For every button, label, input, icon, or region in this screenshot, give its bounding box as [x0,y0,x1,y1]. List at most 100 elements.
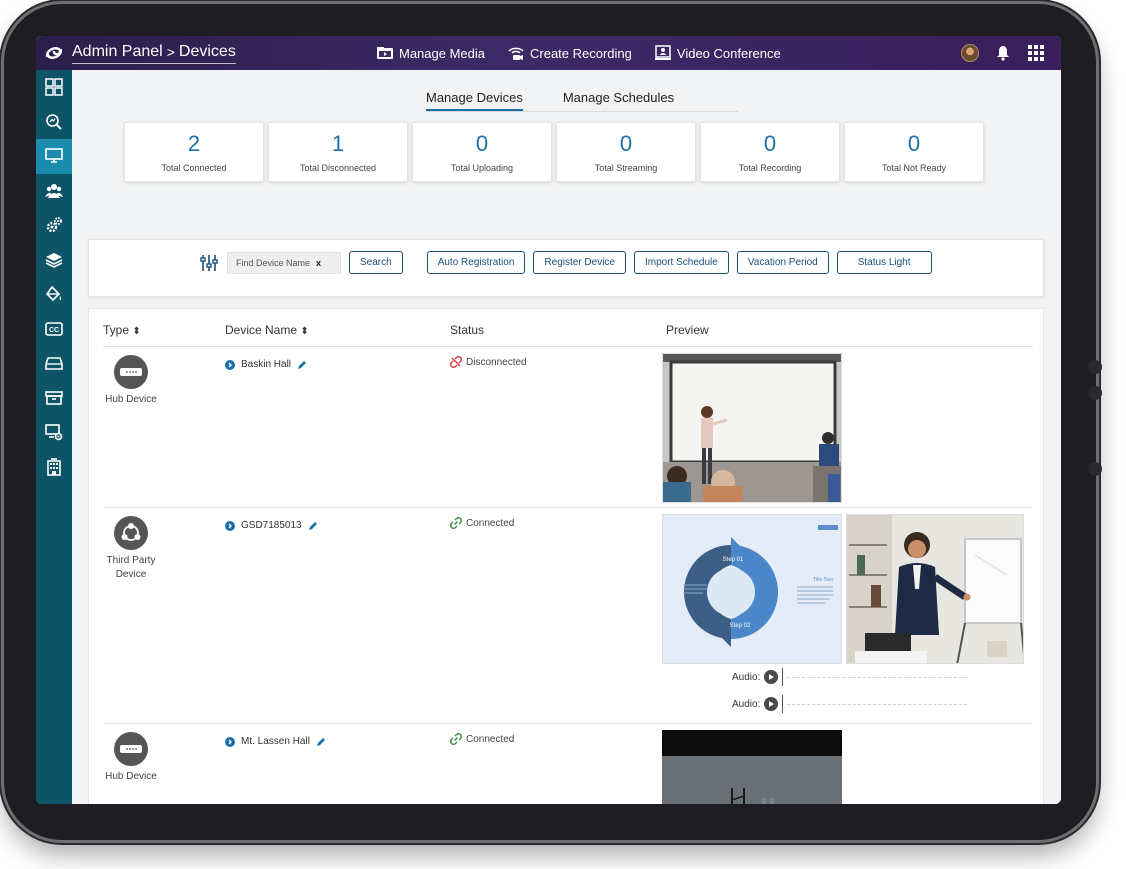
status-cell: Connected [450,733,514,745]
edit-pencil-icon[interactable] [308,521,318,531]
tab-manage-schedules[interactable]: Manage Schedules [563,90,674,111]
column-status: Status [450,323,485,337]
video-conference-icon [654,45,671,60]
apps-grid-icon[interactable] [1027,44,1045,62]
table-row[interactable]: Third Party Device GSD7185013 Connected [103,508,1033,724]
find-device-name-filter[interactable]: Find Device Name x [227,251,341,274]
audio-label: Audio: [732,671,761,683]
play-icon[interactable] [764,670,779,684]
table-row[interactable]: Hub Device Baskin Hall Disconnected [103,347,1033,508]
preview-presenter[interactable] [846,514,1024,664]
stat-value: 0 [907,131,921,156]
device-name-cell: Baskin Hall [225,359,307,370]
chevron-right-icon[interactable] [225,520,235,531]
audio-track: Audio: [732,668,968,686]
stat-label: Total Recording [738,163,802,173]
device-name[interactable]: GSD7185013 [241,520,302,531]
sidebar-item-devices[interactable] [36,139,72,174]
auto-registration-button[interactable]: Auto Registration [426,251,526,274]
sidebar-item-device-settings[interactable] [36,415,72,450]
stat-value: 1 [331,131,345,156]
broken-link-icon [450,356,462,368]
table-row[interactable]: Hub Device Mt. Lassen Hall Connected [103,724,1033,804]
device-toolbar: Find Device Name x Search Auto Registrat… [88,239,1044,297]
filter-sliders-icon[interactable] [199,253,219,273]
side-button [1088,360,1102,374]
monitor-icon [45,148,63,164]
hub-device-icon [114,355,148,389]
broadcast-icon [508,47,524,60]
avatar[interactable] [961,44,979,62]
stat-card-streaming: 0 Total Streaming [556,122,696,182]
breadcrumb-page: Devices [178,42,236,60]
audio-waveform[interactable] [787,676,968,678]
breadcrumb-separator: > [166,43,175,60]
vacation-period-button[interactable]: Vacation Period [736,251,829,274]
column-device-name-label: Device Name [225,323,298,337]
sidebar-item-institutions[interactable] [36,450,72,485]
app-logo-icon[interactable] [36,36,72,70]
nav-manage-media[interactable]: Manage Media [376,46,485,61]
column-preview: Preview [666,323,709,337]
media-folder-icon [377,47,393,59]
preview-slide[interactable]: Step 01 Step 02 Title Two [662,514,842,664]
device-table: Type ⬍ Device Name ⬍ Status Preview Hub … [88,308,1044,804]
nav-create-recording[interactable]: Create Recording [507,45,632,61]
app-screen: Admin Panel > Devices Manage Media Creat… [36,36,1061,804]
device-type-label: Third Party Device [106,555,156,580]
device-name[interactable]: Baskin Hall [241,359,291,370]
audio-cursor [782,695,784,713]
stat-card-not-ready: 0 Total Not Ready [844,122,984,182]
edit-pencil-icon[interactable] [297,360,307,370]
stat-card-disconnected: 1 Total Disconnected [268,122,408,182]
table-header: Type ⬍ Device Name ⬍ Status Preview [103,323,1033,347]
breadcrumb-app[interactable]: Admin Panel [72,43,163,61]
top-nav: Manage Media Create Recording Video Conf… [376,36,781,70]
device-name[interactable]: Mt. Lassen Hall [241,736,310,747]
column-type-label: Type [103,323,130,337]
stat-value: 0 [475,131,489,156]
sidebar-item-analytics[interactable] [36,105,72,140]
top-bar: Admin Panel > Devices Manage Media Creat… [36,36,1061,70]
sidebar-item-dashboard[interactable] [36,70,72,105]
stat-value: 0 [619,131,633,156]
register-device-button[interactable]: Register Device [533,251,626,274]
audio-waveform[interactable] [787,703,968,705]
sidebar-item-layers[interactable] [36,243,72,278]
stat-card-recording: 0 Total Recording [700,122,840,182]
nav-video-conference[interactable]: Video Conference [654,45,781,61]
slide-step2: Step 02 [730,623,751,629]
stat-value: 0 [763,131,777,156]
sidebar-item-captions[interactable]: CC [36,312,72,347]
slide-title-two: Title Two [813,577,833,583]
bell-icon[interactable] [995,45,1011,61]
edit-pencil-icon[interactable] [316,737,326,747]
clear-filter-button[interactable]: x [316,258,321,268]
column-type[interactable]: Type ⬍ [103,323,141,337]
status-light-button[interactable]: Status Light [836,251,932,274]
side-button [1088,386,1102,400]
slide-step1: Step 01 [723,557,744,563]
sidebar-item-users[interactable] [36,174,72,209]
preview-classroom[interactable] [662,353,842,503]
device-type-cell: Hub Device [103,732,159,784]
preview-dark-room[interactable] [662,730,842,804]
sidebar-item-storage[interactable] [36,346,72,381]
sidebar-item-settings[interactable] [36,208,72,243]
search-button[interactable]: Search [349,251,403,274]
status-label: Connected [466,733,515,745]
sidebar-item-archive[interactable] [36,381,72,416]
audio-track: Audio: [732,695,968,713]
audio-cursor [782,668,784,686]
status-cell: Disconnected [450,356,527,368]
import-schedule-button[interactable]: Import Schedule [634,251,729,274]
stat-value: 2 [187,131,201,156]
status-cell: Connected [450,517,514,529]
chevron-right-icon[interactable] [225,359,235,370]
sidebar-item-branding[interactable] [36,277,72,312]
play-icon[interactable] [764,697,779,711]
stat-label: Total Connected [161,163,227,173]
column-device-name[interactable]: Device Name ⬍ [225,323,309,337]
chevron-right-icon[interactable] [225,736,235,747]
tab-manage-devices[interactable]: Manage Devices [426,90,523,111]
